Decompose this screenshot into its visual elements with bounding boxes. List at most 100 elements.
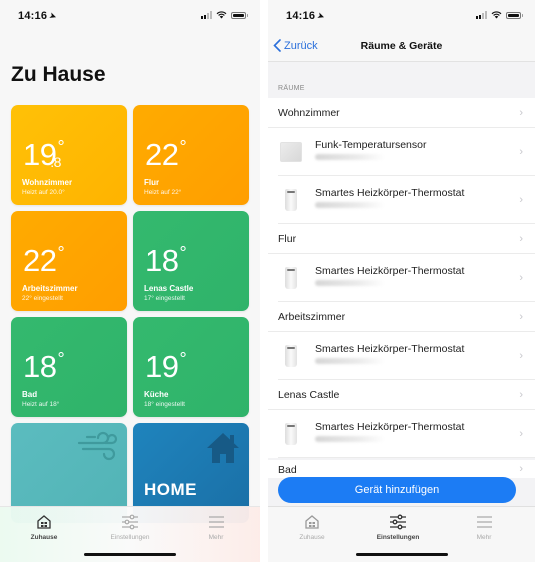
room-row-lenas-castle[interactable]: Lenas Castle › [268, 380, 535, 410]
sliders-icon [122, 514, 138, 530]
chevron-right-icon: › [519, 271, 523, 284]
home-grid-icon [37, 515, 51, 529]
thermostat-icon [280, 188, 297, 211]
tab-bar: Zuhause Einstellungen Mehr [0, 506, 260, 562]
room-temperature: 19° [145, 349, 187, 384]
tab-einstellungen[interactable]: Einstellungen [358, 513, 438, 541]
add-device-button[interactable]: Gerät hinzufügen [278, 477, 516, 503]
room-temperature: 18° [23, 349, 65, 384]
chevron-right-icon: › [519, 388, 523, 401]
tab-mehr[interactable]: Mehr [176, 513, 256, 541]
room-name: Arbeitszimmer [22, 284, 78, 293]
house-icon [207, 433, 239, 463]
status-bar: 14:16➤ [0, 0, 260, 32]
room-row-wohnzimmer[interactable]: Wohnzimmer › [268, 98, 535, 128]
time-text: 14:16 [18, 10, 48, 22]
device-row[interactable]: Smartes Heizkörper-Thermostat › [278, 254, 535, 302]
room-name: Lenas Castle [278, 389, 340, 401]
room-temperature: 18° [145, 243, 187, 278]
device-row[interactable]: Funk-Temperatursensor › [278, 128, 535, 176]
room-temperature: 22° [145, 137, 187, 172]
device-name: Funk-Temperatursensor [315, 139, 427, 151]
room-status: Heizt auf 22° [144, 189, 182, 196]
room-name: Bad [278, 464, 297, 476]
chevron-right-icon: › [519, 463, 523, 475]
device-name: Smartes Heizkörper-Thermostat [315, 265, 465, 277]
room-status: 17° eingestellt [144, 295, 185, 302]
chevron-right-icon: › [519, 193, 523, 206]
chevron-right-icon: › [519, 310, 523, 323]
time-text: 14:16 [286, 10, 316, 22]
device-name: Smartes Heizkörper-Thermostat [315, 421, 465, 433]
room-name: Flur [144, 178, 160, 187]
room-temperature: 19°.8 [23, 137, 65, 172]
tab-label: Zuhause [299, 534, 325, 541]
room-name: Lenas Castle [144, 284, 194, 293]
tab-label: Mehr [208, 534, 224, 541]
status-time: 14:16➤ [286, 10, 327, 23]
rooms-devices-screen: 14:16➤ Zurück Räume & Geräte RÄUME Wohnz… [268, 0, 535, 562]
status-time: 14:16➤ [18, 10, 59, 22]
device-serial-redacted [315, 436, 385, 442]
device-name: Smartes Heizkörper-Thermostat [315, 343, 465, 355]
room-tile-arbeitszimmer[interactable]: 22° Arbeitszimmer 22° eingestellt [11, 211, 127, 311]
chevron-right-icon: › [519, 427, 523, 440]
wind-icon [77, 431, 118, 461]
room-tile-wohnzimmer[interactable]: 19°.8 Wohnzimmer Heizt auf 20.0° [11, 105, 127, 205]
nav-bar: Zurück Räume & Geräte [268, 32, 535, 62]
battery-icon [506, 11, 523, 19]
tab-einstellungen[interactable]: Einstellungen [90, 513, 170, 541]
device-serial-redacted [315, 202, 385, 208]
status-icons [201, 11, 248, 19]
chevron-right-icon: › [519, 349, 523, 362]
battery-icon [231, 11, 248, 19]
room-row-arbeitszimmer[interactable]: Arbeitszimmer › [268, 302, 535, 332]
device-serial-redacted [315, 280, 385, 286]
room-name: Flur [278, 233, 297, 245]
temperature-sensor-icon [280, 141, 302, 162]
sliders-icon [390, 514, 406, 530]
room-tile-flur[interactable]: 22° Flur Heizt auf 22° [133, 105, 249, 205]
home-grid-icon [305, 515, 319, 529]
device-row[interactable]: Smartes Heizkörper-Thermostat › [278, 332, 535, 380]
home-label: HOME [144, 480, 197, 499]
signal-icon [201, 11, 212, 19]
room-row-bad[interactable]: Bad › [268, 460, 535, 478]
signal-icon [476, 11, 487, 19]
section-header: RÄUME [278, 85, 305, 92]
page-title: Räume & Geräte [360, 40, 443, 52]
thermostat-icon [280, 344, 297, 367]
tab-label: Mehr [476, 534, 492, 541]
thermostat-icon [280, 266, 297, 289]
device-row[interactable]: Smartes Heizkörper-Thermostat › [278, 410, 535, 458]
home-indicator [84, 553, 176, 556]
thermostat-icon [280, 422, 297, 445]
chevron-right-icon: › [519, 232, 523, 245]
home-indicator [355, 553, 448, 556]
tab-zuhause[interactable]: Zuhause [4, 513, 84, 541]
status-bar: 14:16➤ [268, 0, 535, 32]
room-status: Heizt auf 18° [22, 401, 60, 408]
room-temperature: 22° [23, 243, 65, 278]
tab-label: Zuhause [30, 534, 58, 541]
rooms-list: Wohnzimmer › Funk-Temperatursensor › Sma… [268, 98, 535, 458]
device-row[interactable]: Smartes Heizkörper-Thermostat › [278, 176, 535, 224]
device-serial-redacted [315, 358, 385, 364]
room-name: Arbeitszimmer [278, 311, 346, 323]
tab-zuhause[interactable]: Zuhause [272, 513, 352, 541]
room-name: Wohnzimmer [278, 107, 340, 119]
tab-label: Einstellungen [110, 534, 150, 541]
menu-icon [476, 516, 492, 528]
wifi-icon [491, 11, 502, 19]
device-serial-redacted [315, 154, 385, 160]
tab-mehr[interactable]: Mehr [444, 513, 524, 541]
tab-bar: Zuhause Einstellungen Mehr [268, 506, 535, 562]
room-tile-kueche[interactable]: 19° Küche 18° eingestellt [133, 317, 249, 417]
chevron-right-icon: › [519, 145, 523, 158]
tab-label: Einstellungen [376, 534, 420, 541]
room-tile-lenas-castle[interactable]: 18° Lenas Castle 17° eingestellt [133, 211, 249, 311]
menu-icon [208, 516, 224, 528]
room-row-flur[interactable]: Flur › [268, 224, 535, 254]
location-arrow-icon: ➤ [315, 10, 327, 23]
room-tile-bad[interactable]: 18° Bad Heizt auf 18° [11, 317, 127, 417]
